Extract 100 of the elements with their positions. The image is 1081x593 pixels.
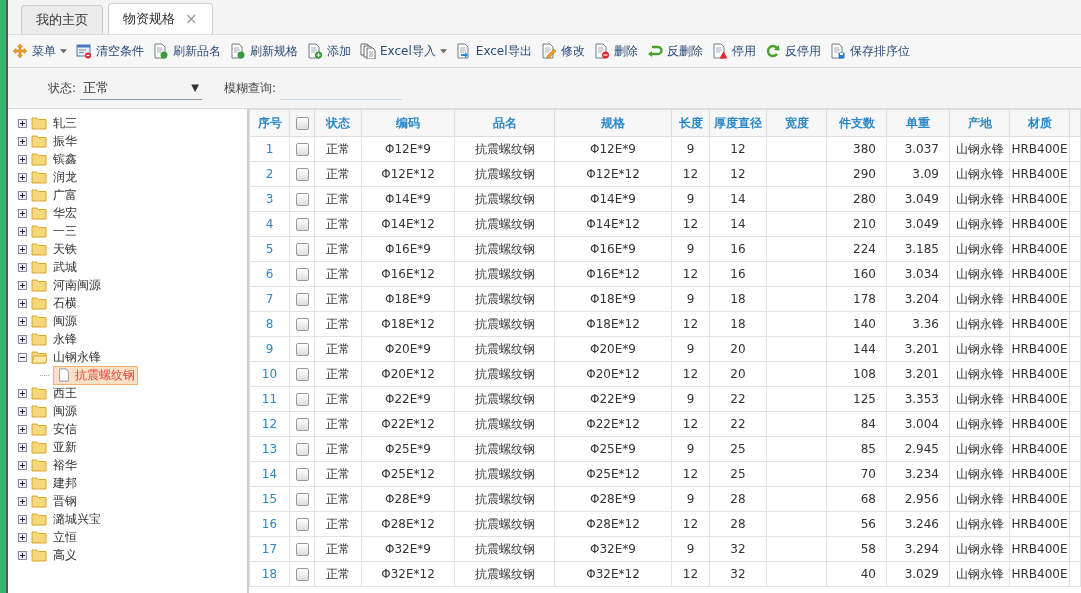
column-header[interactable]: 材质 — [1009, 109, 1070, 137]
checkbox[interactable] — [295, 318, 309, 331]
column-header[interactable]: 宽度 — [766, 109, 827, 137]
expander-icon[interactable] — [18, 208, 27, 218]
checkbox[interactable] — [295, 193, 309, 206]
expander-icon[interactable] — [18, 316, 27, 326]
tree-item[interactable]: 河南闽源 — [51, 276, 103, 294]
checkbox[interactable] — [295, 368, 309, 381]
column-header[interactable]: 产地 — [949, 109, 1010, 137]
tree-item[interactable]: 潞城兴宝 — [51, 510, 103, 528]
toolbar-button[interactable]: 删除 — [593, 42, 638, 60]
checkbox[interactable] — [295, 393, 309, 406]
table-cell: Φ14E*9 — [361, 186, 455, 212]
column-header[interactable]: 编码 — [361, 109, 455, 137]
checkbox[interactable] — [295, 243, 309, 256]
checkbox[interactable] — [295, 293, 309, 306]
table-cell: 山钢永锋 — [949, 186, 1010, 212]
checkbox[interactable] — [295, 143, 309, 156]
tree-item[interactable]: 裕华 — [51, 456, 79, 474]
expander-icon[interactable] — [18, 442, 27, 452]
expander-icon[interactable] — [18, 262, 27, 272]
toolbar-button[interactable]: 停用 — [711, 42, 756, 60]
expander-icon[interactable] — [18, 514, 27, 524]
expander-icon[interactable] — [18, 406, 27, 416]
expander-icon[interactable] — [18, 244, 27, 254]
expander-icon[interactable] — [18, 424, 27, 434]
expander-icon[interactable] — [18, 298, 27, 308]
toolbar-button[interactable]: 刷新规格 — [230, 42, 298, 60]
expander-icon[interactable] — [18, 496, 27, 506]
expander-icon[interactable] — [18, 226, 27, 236]
tree-item[interactable]: 闽源 — [51, 402, 79, 420]
tree-item[interactable]: 润龙 — [51, 168, 79, 186]
tree-item[interactable]: 武城 — [51, 258, 79, 276]
expander-icon[interactable] — [18, 172, 27, 182]
tree-item[interactable]: 天铁 — [51, 240, 79, 258]
tab[interactable]: 我的主页 — [21, 5, 103, 34]
toolbar-button[interactable]: Excel导入 — [360, 42, 447, 60]
status-select[interactable]: 正常 ▼ — [80, 76, 203, 100]
expander-icon[interactable] — [18, 280, 27, 290]
tree-item[interactable]: 高义 — [51, 546, 79, 564]
column-header[interactable]: 长度 — [671, 109, 710, 137]
toolbar-button[interactable]: 反删除 — [646, 42, 703, 60]
tree-item[interactable]: 山钢永锋 — [51, 348, 103, 366]
tree-item[interactable]: 一三 — [51, 222, 79, 240]
expander-icon[interactable] — [18, 532, 27, 542]
checkbox[interactable] — [295, 268, 309, 281]
tree-item[interactable]: 镔鑫 — [51, 150, 79, 168]
expander-icon[interactable] — [18, 478, 27, 488]
tree-item[interactable]: 抗震螺纹钢 — [53, 365, 138, 385]
expander-icon[interactable] — [18, 136, 27, 146]
column-header[interactable]: 品名 — [454, 109, 555, 137]
table-cell: 18 — [709, 311, 767, 337]
checkbox[interactable] — [295, 218, 309, 231]
expander-icon[interactable] — [18, 460, 27, 470]
tree-item[interactable]: 振华 — [51, 132, 79, 150]
checkbox[interactable] — [295, 418, 309, 431]
tree-item[interactable]: 西王 — [51, 384, 79, 402]
tree-item[interactable]: 轧三 — [51, 114, 79, 132]
toolbar-button[interactable]: 清空条件 — [76, 42, 144, 60]
column-header[interactable]: 厚度直径 — [709, 109, 767, 137]
tree-item[interactable]: 永锋 — [51, 330, 79, 348]
toolbar-button[interactable]: 反停用 — [764, 42, 821, 60]
toolbar-button[interactable]: 修改 — [540, 42, 585, 60]
tree-item[interactable]: 立恒 — [51, 528, 79, 546]
checkbox[interactable] — [295, 543, 309, 556]
toolbar-button[interactable]: 保存排序位 — [829, 42, 910, 60]
expander-icon[interactable] — [18, 352, 27, 362]
expander-icon[interactable] — [18, 190, 27, 200]
checkbox[interactable] — [295, 117, 309, 130]
tree-item[interactable]: 闽源 — [51, 312, 79, 330]
tree-item[interactable]: 安信 — [51, 420, 79, 438]
expander-icon[interactable] — [18, 154, 27, 164]
checkbox[interactable] — [295, 493, 309, 506]
checkbox[interactable] — [295, 343, 309, 356]
tree-item[interactable]: 晋钢 — [51, 492, 79, 510]
expander-icon[interactable] — [18, 550, 27, 560]
toolbar-button[interactable]: 添加 — [307, 42, 351, 60]
column-header[interactable]: 状态 — [314, 109, 362, 137]
checkbox[interactable] — [295, 168, 309, 181]
expander-icon[interactable] — [18, 388, 27, 398]
tree-item[interactable]: 石横 — [51, 294, 79, 312]
column-header[interactable]: 规格 — [554, 109, 672, 137]
tree-item[interactable]: 广富 — [51, 186, 79, 204]
column-header[interactable]: 序号 — [249, 109, 290, 137]
tab[interactable]: 物资规格 × — [108, 3, 213, 34]
column-header[interactable]: 单重 — [886, 109, 950, 137]
column-header[interactable]: 件支数 — [826, 109, 887, 137]
expander-icon[interactable] — [18, 118, 27, 128]
checkbox[interactable] — [295, 468, 309, 481]
tree-item[interactable]: 华宏 — [51, 204, 79, 222]
table-cell: Φ20E*9 — [361, 336, 455, 362]
tree-item[interactable]: 建邦 — [51, 474, 79, 492]
checkbox[interactable] — [295, 518, 309, 531]
tree-item[interactable]: 亚新 — [51, 438, 79, 456]
expander-icon[interactable] — [18, 334, 27, 344]
toolbar-button[interactable]: 刷新品名 — [153, 42, 221, 60]
checkbox[interactable] — [295, 443, 309, 456]
toolbar-button[interactable]: Excel导出 — [455, 42, 532, 60]
checkbox[interactable] — [295, 568, 309, 581]
toolbar-button[interactable]: 菜单 — [12, 42, 67, 60]
